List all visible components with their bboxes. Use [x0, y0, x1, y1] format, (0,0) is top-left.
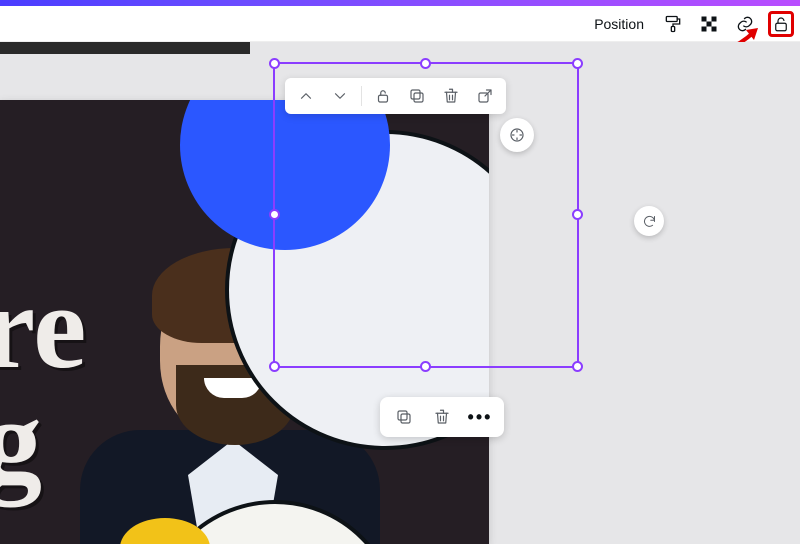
resize-handle-mr[interactable]	[572, 209, 583, 220]
more-icon[interactable]: •••	[464, 402, 496, 432]
element-toolbar	[285, 78, 506, 114]
chevron-down-icon[interactable]	[325, 81, 355, 111]
lock-icon[interactable]	[768, 11, 794, 37]
resize-handle-tl[interactable]	[269, 58, 280, 69]
sync-icon[interactable]	[634, 206, 664, 236]
position-button[interactable]: Position	[594, 16, 644, 32]
top-toolbar: Position	[0, 6, 800, 42]
sparkle-icon[interactable]	[500, 118, 534, 152]
popout-icon[interactable]	[470, 81, 500, 111]
paint-roller-icon[interactable]	[660, 11, 686, 37]
design-page[interactable]: re g	[0, 100, 489, 544]
resize-handle-ml[interactable]	[269, 209, 280, 220]
chevron-up-icon[interactable]	[291, 81, 321, 111]
resize-handle-br[interactable]	[572, 361, 583, 372]
transparency-icon[interactable]	[696, 11, 722, 37]
link-icon[interactable]	[732, 11, 758, 37]
resize-handle-tr[interactable]	[572, 58, 583, 69]
duplicate-icon[interactable]	[388, 402, 420, 432]
lock-small-icon[interactable]	[368, 81, 398, 111]
resize-handle-bl[interactable]	[269, 361, 280, 372]
trash-icon[interactable]	[426, 402, 458, 432]
headline-line2: g	[0, 384, 86, 498]
context-toolbar: •••	[380, 397, 504, 437]
resize-handle-bm[interactable]	[420, 361, 431, 372]
trash-icon[interactable]	[436, 81, 466, 111]
toolbar-separator	[361, 86, 362, 106]
resize-handle-tm[interactable]	[420, 58, 431, 69]
thumbnail-strip	[0, 42, 250, 54]
headline-text[interactable]: re g	[0, 270, 86, 498]
duplicate-icon[interactable]	[402, 81, 432, 111]
headline-line1: re	[0, 270, 86, 384]
